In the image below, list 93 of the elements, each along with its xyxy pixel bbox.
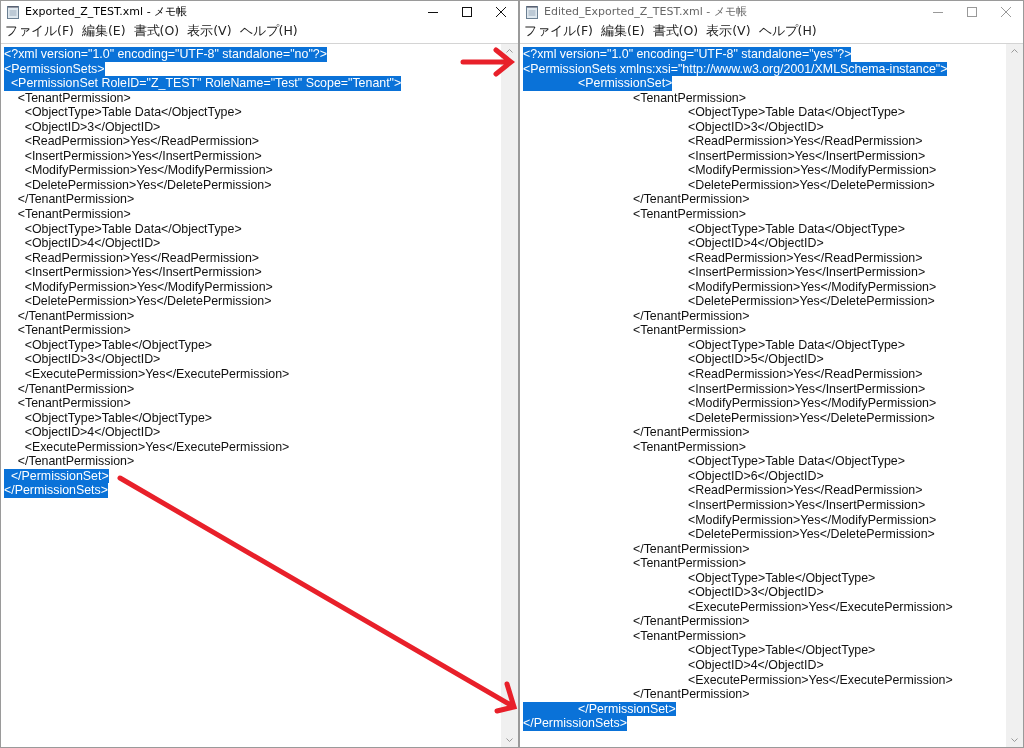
code-line: </TenantPermission>	[632, 425, 750, 440]
code-line: <ObjectID>3</ObjectID>	[687, 119, 824, 135]
code-line: <ReadPermission>Yes</ReadPermission>	[687, 134, 923, 149]
scroll-down-icon[interactable]	[506, 738, 513, 742]
scroll-down-icon[interactable]	[1011, 738, 1018, 742]
code-line: <ObjectType>Table</ObjectType>	[687, 643, 876, 658]
menu-item[interactable]: ファイル(F)	[5, 23, 74, 40]
code-line: </TenantPermission>	[632, 308, 750, 324]
code-line: <ObjectID>3</ObjectID>	[23, 119, 161, 135]
code-line: <TenantPermission>	[632, 323, 746, 338]
menu-item[interactable]: 書式(O)	[133, 23, 180, 40]
code-line: <ObjectType>Table</ObjectType>	[23, 410, 212, 426]
menu-item[interactable]: ヘルプ(H)	[758, 23, 817, 40]
menu-item[interactable]: 書式(O)	[652, 23, 699, 40]
code-line: <DeletePermission>Yes</DeletePermission>	[687, 294, 935, 309]
code-line: <DeletePermission>Yes</DeletePermission>	[687, 177, 935, 193]
window-title: Edited_Exported_Z_TEST.xml - メモ帳	[544, 4, 748, 19]
code-line: </TenantPermission>	[16, 308, 135, 324]
code-line: <ModifyPermission>Yes</ModifyPermission>	[687, 163, 937, 178]
code-line: <ObjectID>5</ObjectID>	[687, 352, 824, 368]
code-line: <InsertPermission>Yes</InsertPermission>	[687, 265, 926, 280]
menu-item[interactable]: 編集(E)	[600, 23, 645, 40]
menu-item[interactable]: ファイル(F)	[524, 23, 593, 40]
code-line: <ReadPermission>Yes</ReadPermission>	[23, 250, 260, 266]
code-line: <ReadPermission>Yes</ReadPermission>	[687, 367, 923, 382]
code-line: <DeletePermission>Yes</DeletePermission>	[23, 177, 272, 193]
code-line: <TenantPermission>	[632, 556, 746, 571]
code-line: <ExecutePermission>Yes</ExecutePermission>	[23, 367, 290, 382]
code-line: <TenantPermission>	[632, 439, 746, 455]
maximize-icon	[462, 6, 472, 17]
code-line: <ObjectType>Table Data</ObjectType>	[687, 454, 905, 469]
code-line: <ObjectType>Table Data</ObjectType>	[687, 105, 905, 120]
close-icon	[496, 6, 506, 17]
code-line: <TenantPermission>	[632, 207, 746, 222]
code-line: <DeletePermission>Yes</DeletePermission>	[687, 410, 935, 426]
menu-item[interactable]: 表示(V)	[706, 23, 751, 40]
code-line: <ObjectID>3</ObjectID>	[23, 352, 161, 368]
scroll-up-icon[interactable]	[506, 49, 513, 53]
code-line: <ObjectType>Table</ObjectType>	[23, 337, 212, 353]
close-icon	[1001, 6, 1011, 17]
code-line: <InsertPermission>Yes</InsertPermission>	[23, 265, 262, 280]
code-line: <DeletePermission>Yes</DeletePermission>	[23, 294, 272, 309]
code-line: <InsertPermission>Yes</InsertPermission>	[687, 148, 926, 164]
code-line: <DeletePermission>Yes</DeletePermission>	[687, 527, 935, 542]
code-line: <ExecutePermission>Yes</ExecutePermission>	[23, 439, 290, 455]
code-line: <ObjectID>4</ObjectID>	[687, 657, 824, 673]
menu-item[interactable]: 表示(V)	[187, 23, 232, 40]
code-line: <ObjectID>3</ObjectID>	[687, 585, 824, 600]
code-line: <ModifyPermission>Yes</ModifyPermission>	[687, 279, 937, 295]
code-line: <ReadPermission>Yes</ReadPermission>	[687, 250, 923, 266]
code-line: <ExecutePermission>Yes</ExecutePermission>	[687, 599, 953, 615]
scrollbar[interactable]	[1006, 44, 1023, 747]
code-line: <ModifyPermission>Yes</ModifyPermission>	[687, 396, 937, 411]
code-line: <TenantPermission>	[16, 323, 131, 338]
code-line: <ReadPermission>Yes</ReadPermission>	[687, 483, 923, 498]
code-line: <InsertPermission>Yes</InsertPermission>	[687, 497, 926, 513]
code-line: <ModifyPermission>Yes</ModifyPermission>	[687, 512, 937, 528]
scroll-up-icon[interactable]	[1011, 49, 1018, 53]
notepad-icon	[7, 4, 19, 19]
code-line: <TenantPermission>	[16, 207, 131, 222]
code-line: </TenantPermission>	[16, 454, 135, 469]
code-line: <ObjectType>Table Data</ObjectType>	[687, 221, 905, 237]
code-line: <InsertPermission>Yes</InsertPermission>	[23, 148, 262, 164]
window-title: Exported_Z_TEST.xml - メモ帳	[25, 4, 189, 19]
code-line: <ModifyPermission>Yes</ModifyPermission>	[23, 279, 273, 295]
code-line: <TenantPermission>	[16, 90, 131, 106]
code-line: <ReadPermission>Yes</ReadPermission>	[23, 134, 260, 149]
scrollbar[interactable]	[501, 44, 518, 747]
code-line: <ModifyPermission>Yes</ModifyPermission>	[23, 163, 273, 178]
arrow	[460, 47, 515, 77]
code-line: </TenantPermission>	[632, 541, 750, 557]
code-line: </TenantPermission>	[632, 192, 750, 207]
maximize-icon	[967, 6, 977, 17]
menu-item[interactable]: ヘルプ(H)	[239, 23, 298, 40]
code-line: </TenantPermission>	[632, 614, 750, 629]
code-line: </TenantPermission>	[632, 687, 750, 702]
code-line: <TenantPermission>	[16, 396, 131, 411]
code-line: <ObjectType>Table Data</ObjectType>	[687, 337, 905, 353]
code-line: <TenantPermission>	[632, 628, 746, 644]
code-line: <ObjectID>4</ObjectID>	[687, 236, 824, 251]
code-line: <ObjectID>4</ObjectID>	[23, 236, 161, 251]
code-line: <ObjectType>Table</ObjectType>	[687, 570, 876, 586]
code-line: <InsertPermission>Yes</InsertPermission>	[687, 381, 926, 397]
code-line: <ObjectID>6</ObjectID>	[687, 468, 824, 484]
notepad-icon	[526, 4, 538, 19]
code-line: <TenantPermission>	[632, 90, 746, 106]
code-line: <ExecutePermission>Yes</ExecutePermission>	[687, 672, 953, 688]
code-line: <ObjectType>Table Data</ObjectType>	[23, 105, 242, 120]
code-line: </TenantPermission>	[16, 381, 135, 397]
code-line: <ObjectID>4</ObjectID>	[23, 425, 161, 440]
code-line: </TenantPermission>	[16, 192, 135, 207]
code-line: <ObjectType>Table Data</ObjectType>	[23, 221, 242, 237]
menu-item[interactable]: 編集(E)	[81, 23, 126, 40]
